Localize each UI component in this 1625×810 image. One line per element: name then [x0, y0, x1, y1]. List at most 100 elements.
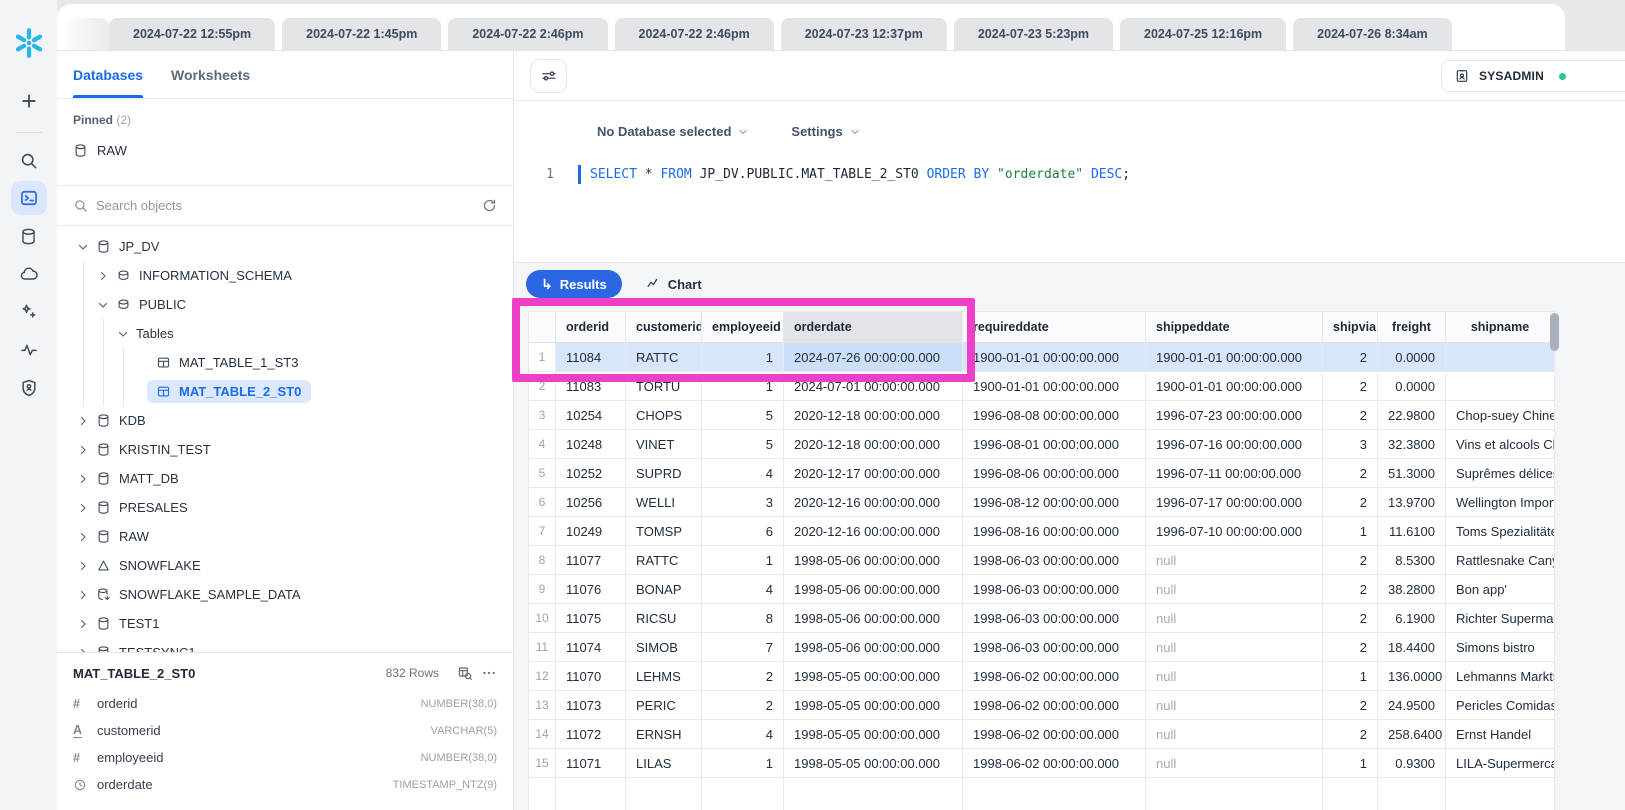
tree-item-kdb[interactable]: KDB	[57, 406, 513, 435]
tree-item-public[interactable]: PUBLIC	[57, 290, 513, 319]
cell-orderdate[interactable]: 1998-05-05 00:00:00.000	[784, 749, 963, 778]
cell-customerid[interactable]: VINET	[626, 430, 702, 459]
cell-orderid[interactable]: 11072	[556, 720, 626, 749]
cell-orderid[interactable]: 11077	[556, 546, 626, 575]
tree-item-information_schema[interactable]: INFORMATION_SCHEMA	[57, 261, 513, 290]
cell-freight[interactable]: 8.5300	[1378, 546, 1446, 575]
cell-freight[interactable]: 24.9500	[1378, 691, 1446, 720]
cell-shipvia[interactable]: 1	[1323, 517, 1378, 546]
cell-shippeddate[interactable]: 1996-07-10 00:00:00.000	[1146, 517, 1323, 546]
cloud-nav-icon[interactable]	[11, 257, 47, 291]
cell-employeeid[interactable]: 5	[702, 430, 784, 459]
cell-shipname[interactable]: Rattlesnake Canyon Grocery	[1446, 546, 1555, 575]
cell-customerid[interactable]: PERIC	[626, 691, 702, 720]
row-number[interactable]: 3	[529, 401, 556, 430]
cell-employeeid[interactable]: 1	[702, 546, 784, 575]
cell-orderdate[interactable]: 1998-05-06 00:00:00.000	[784, 604, 963, 633]
column-header-freight[interactable]: freight	[1378, 312, 1446, 343]
cell-shipname[interactable]: Richter Supermarkt	[1446, 604, 1555, 633]
worksheet-config-button[interactable]	[530, 59, 567, 93]
tree-item-mat_table_2_st0[interactable]: MAT_TABLE_2_ST0	[57, 377, 513, 406]
cell-orderid[interactable]: 10249	[556, 517, 626, 546]
cell-freight[interactable]: 51.3000	[1378, 459, 1446, 488]
cell-employeeid[interactable]: 3	[702, 488, 784, 517]
tree-item-snowflake[interactable]: SNOWFLAKE	[57, 551, 513, 580]
cell-shipvia[interactable]: 2	[1323, 633, 1378, 662]
tree-item-test1[interactable]: TEST1	[57, 609, 513, 638]
cell-shippeddate[interactable]: 1996-07-17 00:00:00.000	[1146, 488, 1323, 517]
sql-editor[interactable]: No Database selected Settings 1 SELECT *…	[514, 102, 1625, 262]
cell-orderdate[interactable]: 1998-05-05 00:00:00.000	[784, 691, 963, 720]
worksheet-tab[interactable]: 2024-07-22 1:45pm	[282, 18, 441, 50]
refresh-icon[interactable]	[482, 198, 497, 213]
cell-customerid[interactable]: LEHMS	[626, 662, 702, 691]
cell-orderid[interactable]: 11075	[556, 604, 626, 633]
row-number[interactable]: 4	[529, 430, 556, 459]
tab-chart[interactable]: Chart	[646, 277, 702, 292]
cell-freight[interactable]: 32.3800	[1378, 430, 1446, 459]
cell-shipvia[interactable]: 2	[1323, 575, 1378, 604]
column-header-requireddate[interactable]: requireddate	[963, 312, 1146, 343]
cell-shipname[interactable]: Vins et alcools Chevalier	[1446, 430, 1555, 459]
cell-orderdate[interactable]: 1998-05-06 00:00:00.000	[784, 633, 963, 662]
tree-item-matt_db[interactable]: MATT_DB	[57, 464, 513, 493]
cell-orderdate[interactable]: 1998-05-06 00:00:00.000	[784, 575, 963, 604]
cell-orderdate[interactable]: 1998-05-06 00:00:00.000	[784, 546, 963, 575]
tree-item-raw[interactable]: RAW	[57, 522, 513, 551]
row-number[interactable]: 9	[529, 575, 556, 604]
cell-shipvia[interactable]: 2	[1323, 546, 1378, 575]
row-number[interactable]: 13	[529, 691, 556, 720]
row-number[interactable]: 5	[529, 459, 556, 488]
cell-requireddate[interactable]: 1998-06-03 00:00:00.000	[963, 633, 1146, 662]
cell-requireddate[interactable]: 1998-06-03 00:00:00.000	[963, 546, 1146, 575]
cell-shipvia[interactable]: 3	[1323, 430, 1378, 459]
tab-databases[interactable]: Databases	[73, 51, 143, 98]
database-selector[interactable]: No Database selected	[597, 124, 749, 139]
preview-data-icon[interactable]	[457, 665, 473, 681]
cell-customerid[interactable]: RICSU	[626, 604, 702, 633]
cell-orderdate[interactable]: 2020-12-18 00:00:00.000	[784, 430, 963, 459]
cell-shipvia[interactable]: 2	[1323, 372, 1378, 401]
cell-shipname[interactable]: Wellington Importadora	[1446, 488, 1555, 517]
cell-customerid[interactable]: WELLI	[626, 488, 702, 517]
cell-employeeid[interactable]: 4	[702, 720, 784, 749]
cell-orderid[interactable]: 10256	[556, 488, 626, 517]
cell-freight[interactable]: 0.9300	[1378, 749, 1446, 778]
cell-shipvia[interactable]: 2	[1323, 343, 1378, 372]
cell-requireddate[interactable]: 1998-06-02 00:00:00.000	[963, 720, 1146, 749]
cell-shippeddate[interactable]: 1900-01-01 00:00:00.000	[1146, 343, 1323, 372]
worksheet-tab[interactable]: 2024-07-26 8:34am	[1293, 18, 1452, 50]
cell-customerid[interactable]: SUPRD	[626, 459, 702, 488]
cell-shipname[interactable]: Lehmanns Marktstand	[1446, 662, 1555, 691]
cell-freight[interactable]: 136.0000	[1378, 662, 1446, 691]
cell-orderid[interactable]: 11073	[556, 691, 626, 720]
row-number[interactable]: 8	[529, 546, 556, 575]
row-number[interactable]: 6	[529, 488, 556, 517]
cell-orderid[interactable]: 10254	[556, 401, 626, 430]
cell-employeeid[interactable]: 4	[702, 575, 784, 604]
tab-results[interactable]: ↳ Results	[526, 270, 622, 298]
cell-employeeid[interactable]: 8	[702, 604, 784, 633]
cell-shipname[interactable]: Ernst Handel	[1446, 720, 1555, 749]
cell-orderid[interactable]: 11070	[556, 662, 626, 691]
cell-shipname[interactable]: LILA-Supermercado	[1446, 749, 1555, 778]
cell-customerid[interactable]: TOMSP	[626, 517, 702, 546]
cell-shipname[interactable]: Chop-suey Chinese	[1446, 401, 1555, 430]
cell-freight[interactable]: 0.0000	[1378, 343, 1446, 372]
cell-freight[interactable]: 6.1900	[1378, 604, 1446, 633]
cell-shipname[interactable]: Toms Spezialitäten	[1446, 517, 1555, 546]
cell-customerid[interactable]: CHOPS	[626, 401, 702, 430]
cell-shipname[interactable]: Bon app'	[1446, 575, 1555, 604]
more-options-icon[interactable]	[481, 665, 497, 681]
tree-item-presales[interactable]: PRESALES	[57, 493, 513, 522]
data-nav-icon[interactable]	[11, 219, 47, 253]
row-number[interactable]: 14	[529, 720, 556, 749]
cell-shipvia[interactable]: 1	[1323, 749, 1378, 778]
tree-item-mat_table_1_st3[interactable]: MAT_TABLE_1_ST3	[57, 348, 513, 377]
admin-shield-nav-icon[interactable]	[11, 371, 47, 405]
results-scrollbar[interactable]	[1550, 313, 1559, 804]
cell-shippeddate[interactable]: null	[1146, 546, 1323, 575]
row-number[interactable]: 10	[529, 604, 556, 633]
cell-freight[interactable]: 11.6100	[1378, 517, 1446, 546]
cell-employeeid[interactable]: 5	[702, 401, 784, 430]
